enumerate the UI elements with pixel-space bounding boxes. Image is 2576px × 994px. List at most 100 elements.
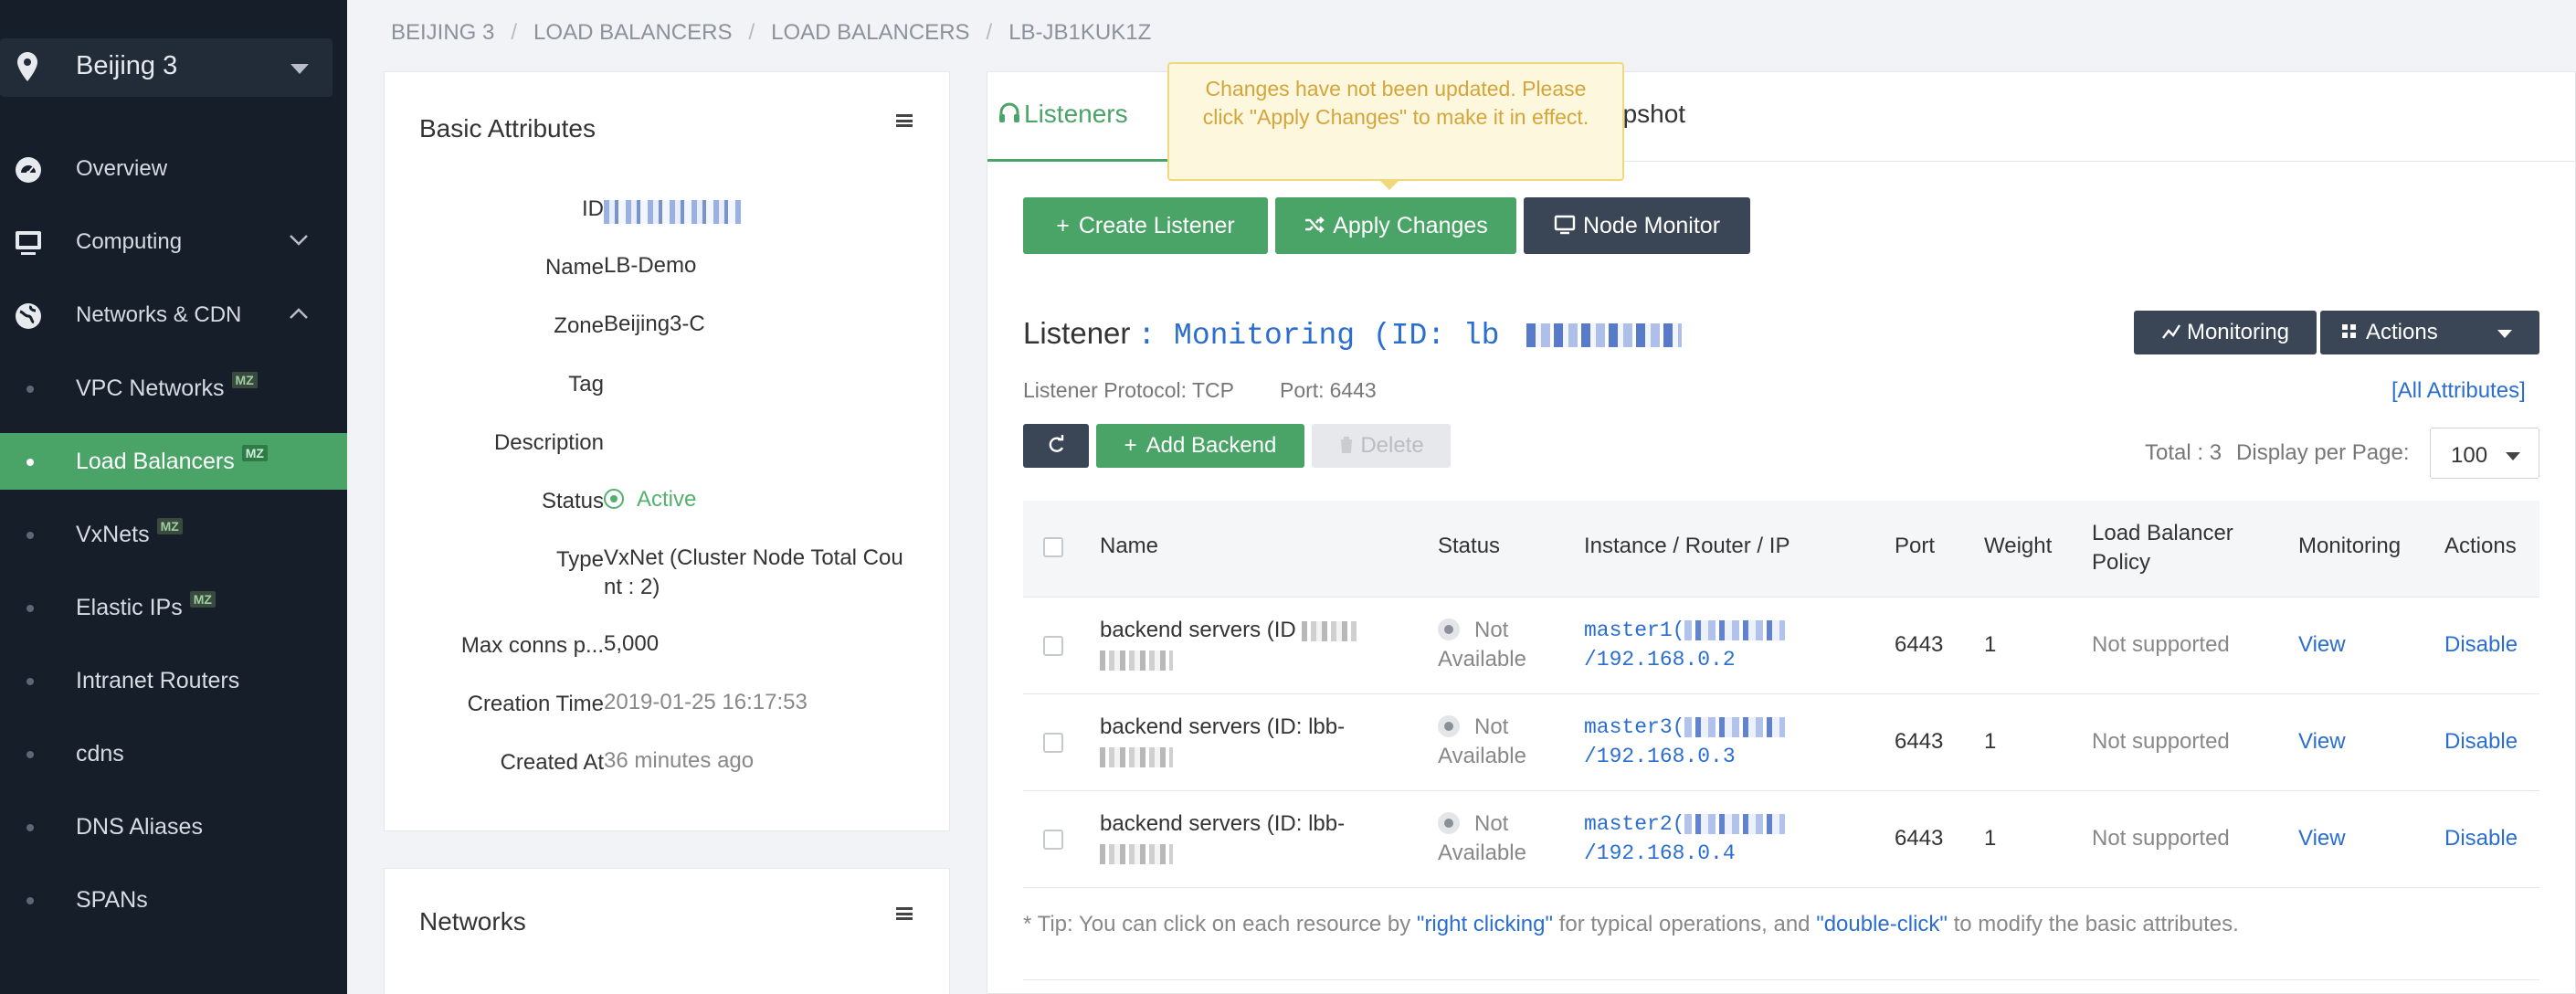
delete-button[interactable]: Delete [1312, 424, 1451, 468]
breadcrumb: BEIJING 3/LOAD BALANCERS / LOAD BALANCERS /… [391, 20, 1152, 45]
backend-weight: 1 [1984, 632, 1997, 657]
all-attributes-link[interactable]: [All Attributes] [2391, 378, 2526, 404]
backend-status: Not Available [1438, 809, 1547, 868]
col-name[interactable]: Name [1100, 534, 1158, 559]
basic-attributes-card: Basic Attributes ID Name LB-Demo Zone Beij… [384, 71, 950, 831]
backend-port: 6443 [1895, 632, 1944, 657]
disable-link[interactable]: Disable [2444, 630, 2518, 660]
sidebar-item-spans[interactable]: SPANs [0, 872, 347, 928]
bullet-icon [26, 459, 34, 466]
attr-key: Max conns p... [460, 633, 604, 658]
backend-instance[interactable]: master3(/192.168.0.3 [1584, 713, 1858, 771]
col-status[interactable]: Status [1438, 534, 1500, 559]
table-header: Name Status Instance / Router / IP Port … [1023, 501, 2539, 597]
sidebar-item-elastic-ips[interactable]: Elastic IPs MZ [0, 579, 347, 636]
mz-badge: MZ [231, 372, 258, 388]
plus-icon: + [1124, 433, 1137, 458]
col-port[interactable]: Port [1895, 534, 1935, 559]
sidebar-item-overview[interactable]: Overview [0, 141, 347, 197]
sidebar-item-load-balancers[interactable]: Load Balancers MZ [0, 433, 347, 490]
mz-badge: MZ [189, 591, 216, 608]
backend-name-text: backend servers (ID: lbb- [1100, 714, 1346, 739]
sidebar-item-vxnets[interactable]: VxNets MZ [0, 506, 347, 563]
col-actions[interactable]: Actions [2444, 534, 2517, 559]
backend-policy: Not supported [2092, 826, 2230, 851]
bullet-icon [26, 605, 34, 612]
breadcrumb-load-balancers-list[interactable]: LOAD BALANCERS [771, 20, 969, 45]
col-instance[interactable]: Instance / Router / IP [1584, 534, 1789, 559]
instance-name: master3( [1584, 715, 1685, 739]
tab-label: Listeners [1024, 100, 1128, 128]
backend-instance[interactable]: master2(/192.168.0.4 [1584, 809, 1858, 868]
attr-value: Beijing3-C [604, 312, 705, 336]
disable-link[interactable]: Disable [2444, 727, 2518, 756]
refresh-button[interactable] [1023, 424, 1089, 468]
tab-listeners[interactable]: Listeners [987, 72, 1170, 162]
row-checkbox[interactable] [1043, 733, 1063, 753]
table-row[interactable]: backend servers (ID Not Available master… [1023, 597, 2539, 694]
attr-key: Created At [500, 750, 604, 775]
monitoring-button[interactable]: Monitoring [2134, 311, 2317, 354]
col-monitoring[interactable]: Monitoring [2298, 534, 2401, 559]
sidebar-item-cdns[interactable]: cdns [0, 725, 347, 782]
backend-policy: Not supported [2092, 632, 2230, 657]
redacted-listener-id [1526, 323, 1683, 348]
attr-value: 5,000 [604, 631, 660, 656]
sidebar-item-label: VPC Networks [76, 375, 225, 401]
add-backend-button[interactable]: + Add Backend [1096, 424, 1304, 468]
view-link[interactable]: View [2298, 824, 2346, 853]
plus-icon: + [1056, 213, 1070, 238]
backend-instance[interactable]: master1(/192.168.0.2 [1584, 616, 1858, 674]
instance-ip: /192.168.0.2 [1584, 648, 1736, 671]
redacted-id [1100, 650, 1173, 671]
sidebar-item-vpc-networks[interactable]: VPC Networks MZ [0, 360, 347, 417]
attr-key: Type [555, 547, 604, 572]
bullet-icon [26, 386, 34, 393]
networks-card: Networks [384, 868, 950, 994]
attr-value: 36 minutes ago [604, 748, 755, 773]
sidebar-item-label: Networks & CDN [76, 302, 242, 327]
sidebar-item-intranet-routers[interactable]: Intranet Routers [0, 652, 347, 709]
sidebar-item-dns-aliases[interactable]: DNS Aliases [0, 798, 347, 855]
col-weight[interactable]: Weight [1984, 534, 2052, 559]
per-page-value: 100 [2451, 443, 2488, 468]
backend-weight: 1 [1984, 826, 1997, 851]
monitor-icon [1554, 216, 1576, 235]
per-page-select[interactable]: 100 [2430, 428, 2539, 479]
globe-icon [16, 303, 41, 329]
view-link[interactable]: View [2298, 630, 2346, 660]
col-policy[interactable]: Load Balancer Policy [2092, 519, 2256, 577]
view-link[interactable]: View [2298, 727, 2346, 756]
attr-key: Description [493, 430, 604, 455]
listener-title: Listener: Monitoring (ID: lb [1023, 316, 1683, 353]
sidebar-item-label: Intranet Routers [76, 668, 240, 693]
attr-value: LB-Demo [604, 253, 697, 278]
node-monitor-button[interactable]: Node Monitor [1524, 197, 1750, 254]
menu-icon[interactable] [896, 907, 913, 920]
region-selector[interactable]: Beijing 3 [0, 38, 333, 97]
disable-link[interactable]: Disable [2444, 824, 2518, 853]
row-checkbox[interactable] [1043, 830, 1063, 850]
sidebar-item-label: SPANs [76, 887, 148, 913]
pagination-info: Total : 3 Display per Page: [2145, 440, 2409, 466]
dashboard-icon [16, 157, 41, 183]
select-all-checkbox[interactable] [1043, 537, 1063, 557]
row-checkbox[interactable] [1043, 636, 1063, 656]
actions-dropdown-button[interactable]: Actions [2320, 311, 2539, 354]
bullet-icon [26, 751, 34, 758]
backend-status: Not Available [1438, 713, 1547, 771]
tip-right-click: "right clicking" [1416, 912, 1554, 936]
create-listener-button[interactable]: + Create Listener [1023, 197, 1268, 254]
apply-changes-button[interactable]: Apply Changes [1275, 197, 1516, 254]
redacted-id [1100, 843, 1173, 864]
table-row[interactable]: backend servers (ID: lbb- Not Available … [1023, 791, 2539, 888]
sidebar-item-computing[interactable]: Computing [0, 214, 347, 270]
sidebar-item-label: cdns [76, 741, 124, 767]
breadcrumb-load-balancers[interactable]: LOAD BALANCERS [533, 20, 732, 45]
table-row[interactable]: backend servers (ID: lbb- Not Available … [1023, 694, 2539, 791]
tip-text: * Tip: You can click on each resource by [1023, 912, 1417, 936]
breadcrumb-region[interactable]: BEIJING 3 [391, 20, 494, 45]
sidebar-item-networks-cdn[interactable]: Networks & CDN [0, 287, 347, 344]
menu-icon[interactable] [896, 114, 913, 127]
tip-double-click: "double-click" [1816, 912, 1948, 936]
